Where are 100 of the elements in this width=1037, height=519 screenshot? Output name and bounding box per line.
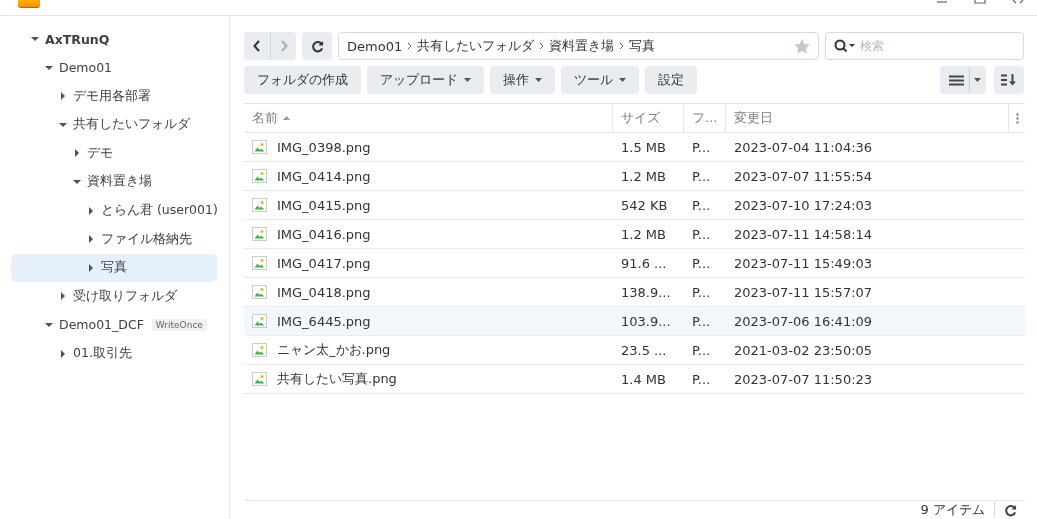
folder-name: AxTRunQ [45,31,110,47]
folder-name: とらん君 (user001) [101,202,218,220]
file-type: P... [691,312,712,331]
file-row[interactable]: IMG_0398.png 1.5 MB P... 2023-07-04 11:04:36 [244,133,1025,162]
file-size: 1.2 MB [620,167,667,186]
toolbar-button[interactable]: フォルダの作成 [244,66,361,94]
file-row[interactable]: ニャン太_かお.png 23.5 ... P... 2021-03-02 23:50:05 [244,336,1025,365]
folder-name: ファイル格納先 [101,230,192,248]
tree-item[interactable]: 写真 [11,253,217,282]
maximize-icon[interactable] [974,0,986,6]
caret-down-icon[interactable] [31,35,39,43]
refresh-icon[interactable] [1004,503,1017,517]
sort-button[interactable] [994,66,1024,94]
file-type: P... [691,138,712,157]
folder-name: デモ [87,144,113,162]
refresh-icon [310,39,324,53]
file-row[interactable]: IMG_0417.png 91.6 ... P... 2023-07-11 15:49:03 [244,249,1025,278]
tree-item[interactable]: ファイル格納先 [11,225,217,254]
chevron-icon [619,42,625,50]
tree-item[interactable]: Demo01_DCF WriteOnce [11,310,217,339]
file-name: IMG_6445.png [277,313,371,329]
modified-date: 2023-07-10 17:24:03 [733,196,874,215]
file-type: P... [691,196,712,215]
modified-date: 2023-07-07 11:50:23 [733,370,874,389]
image-file-icon [252,314,267,328]
file-row[interactable]: IMG_0416.png 1.2 MB P... 2023-07-11 14:58:14 [244,220,1025,249]
caret-right-icon[interactable] [87,235,95,244]
caret-right-icon[interactable] [87,206,95,215]
more-icon[interactable] [1015,112,1019,124]
breadcrumb-item[interactable]: 写真 [629,37,656,55]
caret-right-icon[interactable] [59,349,67,358]
column-header[interactable]: 名前 [244,104,613,132]
tree-item[interactable]: とらん君 (user001) [11,196,217,225]
tree-item[interactable]: デモ [11,139,217,168]
caret-right-icon[interactable] [59,92,67,101]
file-row[interactable]: 共有したい写真.png 1.4 MB P... 2023-07-07 11:50:23 [244,365,1025,394]
star-icon[interactable] [794,38,810,54]
toolbar-button[interactable]: 操作 [490,66,555,94]
caret-down-icon[interactable] [45,63,53,72]
caret-down-icon [464,78,471,82]
toolbar-button[interactable]: アップロード [367,66,484,94]
column-header[interactable]: 変更日 [726,104,1009,132]
file-size: 1.4 MB [620,370,667,389]
close-icon[interactable] [1012,0,1024,6]
back-icon [253,40,261,52]
file-size: 138.9... [620,283,672,302]
tree-item[interactable]: 共有したいフォルダ [11,110,217,139]
image-file-icon [252,140,267,154]
image-file-icon [252,256,267,270]
tree-item[interactable]: 受け取りフォルダ [11,282,217,311]
chevron-icon [539,42,545,50]
folder-name: 受け取りフォルダ [73,287,177,305]
image-file-icon [252,198,267,212]
search-field[interactable]: 検索 [825,32,1024,60]
tree-item[interactable]: 資料置き場 [11,167,217,196]
tree-item[interactable]: Demo01 [11,53,217,82]
tree-item[interactable]: 01.取引先 [11,339,217,368]
file-name: IMG_0418.png [277,284,371,300]
search-icon[interactable] [834,39,856,53]
caret-right-icon[interactable] [73,149,81,158]
caret-down-icon[interactable] [45,320,53,329]
file-name: IMG_0415.png [277,197,371,213]
breadcrumb-item[interactable]: Demo01 [347,38,403,54]
file-size: 1.5 MB [620,138,667,157]
file-size: 91.6 ... [620,254,668,273]
file-size: 23.5 ... [620,341,668,360]
modified-date: 2023-07-11 15:49:03 [733,254,874,273]
image-file-icon [252,372,267,386]
column-header[interactable]: サイズ [613,104,684,132]
file-row[interactable]: IMG_0415.png 542 KB P... 2023-07-10 17:24:03 [244,191,1025,220]
tree-item[interactable]: AxTRunQ [11,25,217,53]
sort-up-icon [283,116,290,120]
folder-name: 写真 [101,259,127,277]
file-name: IMG_0414.png [277,168,371,184]
view-mode-button[interactable] [940,66,986,94]
caret-down-icon[interactable] [73,177,81,186]
folder-name: Demo01 [59,60,113,76]
file-type: P... [691,370,712,389]
caret-down-icon[interactable] [59,120,67,129]
file-row[interactable]: IMG_6445.png 103.9... P... 2023-07-06 16:41:09 [244,307,1025,336]
image-file-icon [252,169,267,183]
tag: WriteOnce [151,318,207,331]
file-name: IMG_0417.png [277,255,371,271]
folder-name: デモ用各部署 [73,87,151,105]
breadcrumb-item[interactable]: 資料置き場 [549,37,615,55]
refresh-button[interactable] [302,32,332,60]
image-file-icon [252,343,267,357]
column-header[interactable]: フ... [684,104,726,132]
file-row[interactable]: IMG_0414.png 1.2 MB P... 2023-07-07 11:55:54 [244,162,1025,191]
folder-name: 01.取引先 [73,345,132,363]
path-bar[interactable]: Demo01 共有したいフォルダ 資料置き場 写真 [338,32,819,60]
toolbar-button[interactable]: 設定 [645,66,697,94]
caret-right-icon[interactable] [87,263,95,272]
caret-right-icon[interactable] [59,292,67,301]
toolbar-button[interactable]: ツール [561,66,639,94]
tree-item[interactable]: デモ用各部署 [11,82,217,111]
breadcrumb-item[interactable]: 共有したいフォルダ [417,37,535,55]
forward-icon [279,40,288,52]
modified-date: 2023-07-04 11:04:36 [733,138,874,157]
modified-date: 2023-07-06 16:41:09 [733,312,874,331]
